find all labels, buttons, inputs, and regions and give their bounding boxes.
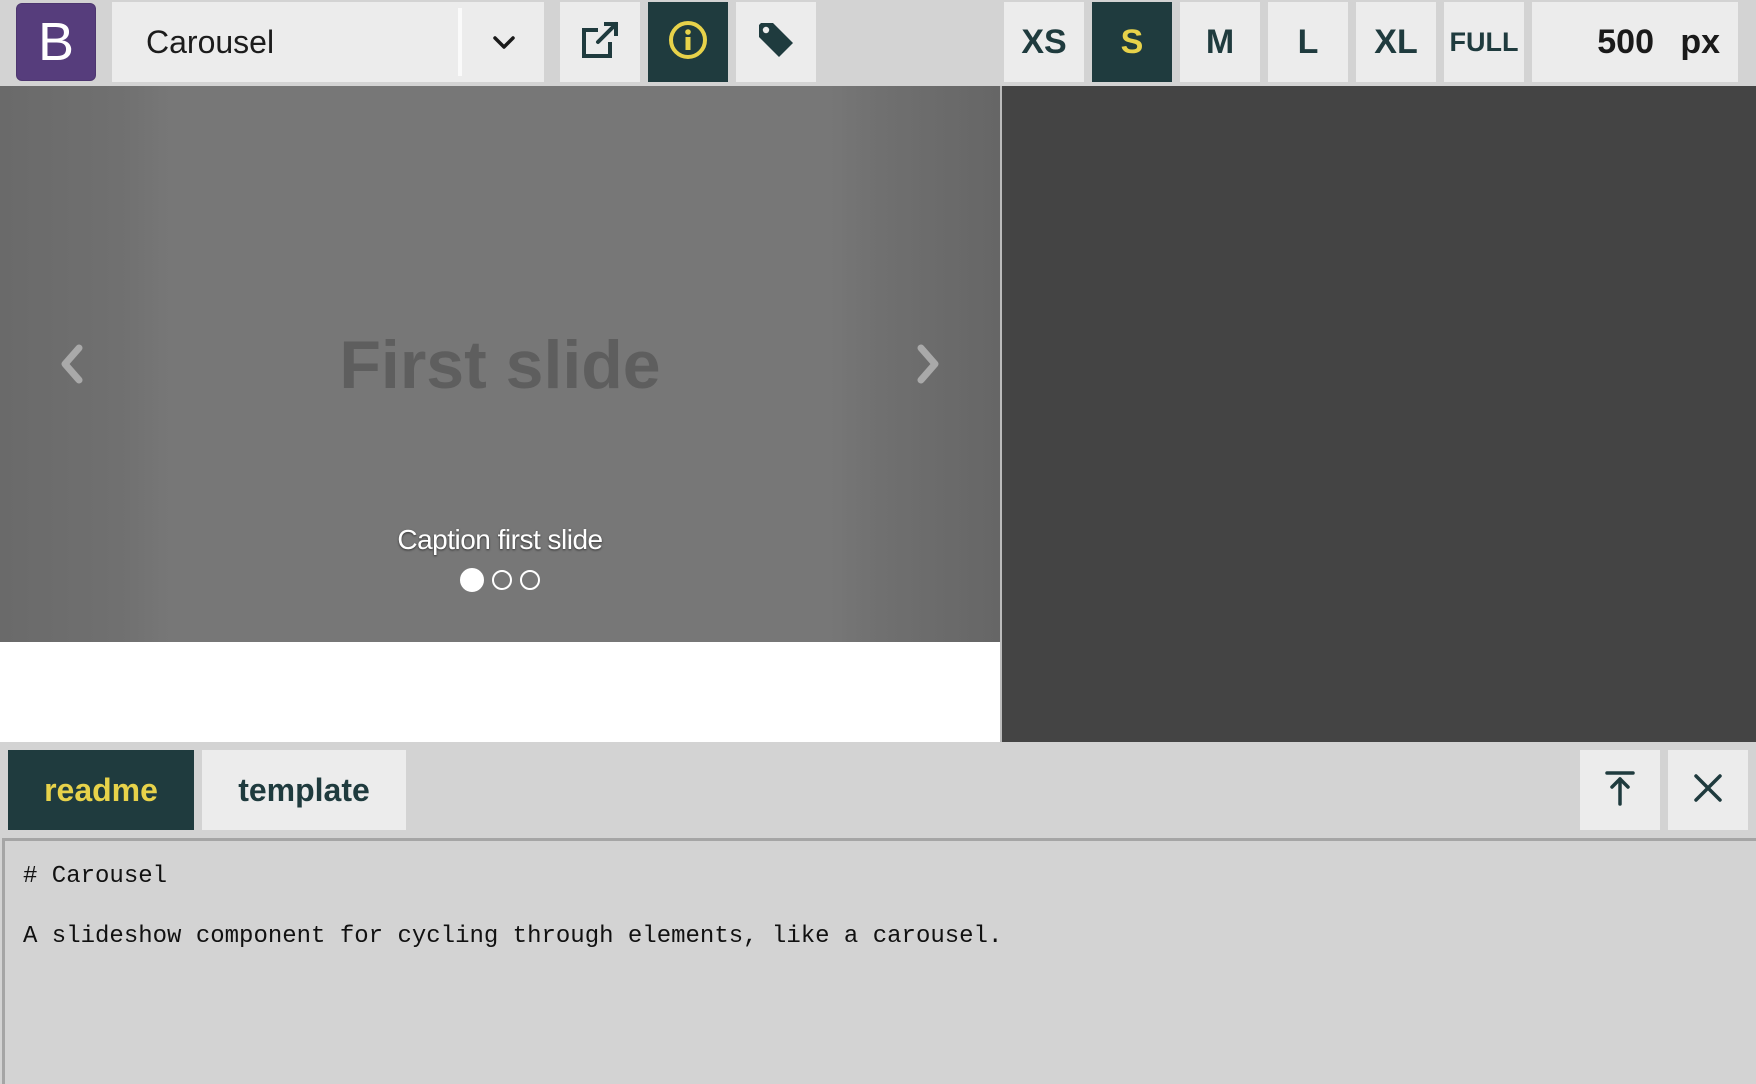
- component-select-value: Carousel: [146, 24, 275, 60]
- size-xs-label: XS: [1021, 22, 1067, 61]
- external-link-button[interactable]: [560, 2, 640, 82]
- close-icon: [1690, 770, 1726, 811]
- size-s-label: S: [1120, 22, 1144, 61]
- readme-heading-line: # Carousel: [23, 863, 168, 890]
- preview-frame: First slide Caption first slide: [0, 86, 1000, 742]
- width-value[interactable]: 500: [1597, 2, 1654, 82]
- size-full-label: FULL: [1449, 26, 1519, 57]
- info-button[interactable]: [648, 2, 728, 82]
- toolbar: B Carousel XS S M L XL FULL 500 px: [0, 0, 1756, 86]
- carousel-indicators: [0, 568, 1000, 592]
- size-m-button[interactable]: M: [1180, 2, 1260, 82]
- tab-readme-label: readme: [44, 771, 158, 808]
- info-icon: [667, 19, 709, 66]
- component-select[interactable]: Carousel: [112, 2, 544, 82]
- size-xl-button[interactable]: XL: [1356, 2, 1436, 82]
- pane-tab-bar: readme template: [0, 742, 1756, 838]
- size-xs-button[interactable]: XS: [1004, 2, 1084, 82]
- readme-editor[interactable]: # Carousel A slideshow component for cyc…: [2, 838, 1756, 1084]
- tag-icon: [755, 19, 797, 66]
- tab-template[interactable]: template: [202, 750, 406, 830]
- width-unit: px: [1680, 23, 1720, 61]
- size-m-label: M: [1205, 22, 1235, 61]
- width-field[interactable]: 500 px: [1532, 2, 1738, 82]
- close-pane-button[interactable]: [1668, 750, 1748, 830]
- select-divider: [458, 8, 462, 76]
- carousel-indicator-1[interactable]: [460, 568, 484, 592]
- carousel-indicator-2[interactable]: [492, 570, 512, 590]
- size-l-label: L: [1297, 22, 1319, 61]
- slide-title: First slide: [339, 327, 661, 403]
- size-l-button[interactable]: L: [1268, 2, 1348, 82]
- brand-letter: B: [37, 12, 75, 72]
- size-s-button[interactable]: S: [1092, 2, 1172, 82]
- chevron-down-icon[interactable]: [464, 2, 544, 82]
- tag-button[interactable]: [736, 2, 816, 82]
- move-to-top-icon: [1600, 768, 1640, 813]
- size-xl-label: XL: [1374, 22, 1418, 61]
- chevron-left-icon: [55, 342, 89, 391]
- move-to-top-button[interactable]: [1580, 750, 1660, 830]
- side-panel: [1002, 86, 1756, 742]
- chevron-right-icon: [911, 342, 945, 391]
- carousel-prev-control[interactable]: [42, 336, 102, 396]
- readme-body-line: A slideshow component for cycling throug…: [23, 923, 1003, 950]
- carousel-next-control[interactable]: [898, 336, 958, 396]
- carousel: First slide Caption first slide: [0, 86, 1000, 642]
- size-full-button[interactable]: FULL: [1444, 2, 1524, 82]
- tab-template-label: template: [238, 771, 370, 808]
- bootstrap-logo[interactable]: B: [16, 3, 96, 81]
- tab-readme[interactable]: readme: [8, 750, 194, 830]
- external-link-icon: [580, 20, 620, 65]
- carousel-indicator-3[interactable]: [520, 570, 540, 590]
- slide-caption: Caption first slide: [397, 524, 603, 555]
